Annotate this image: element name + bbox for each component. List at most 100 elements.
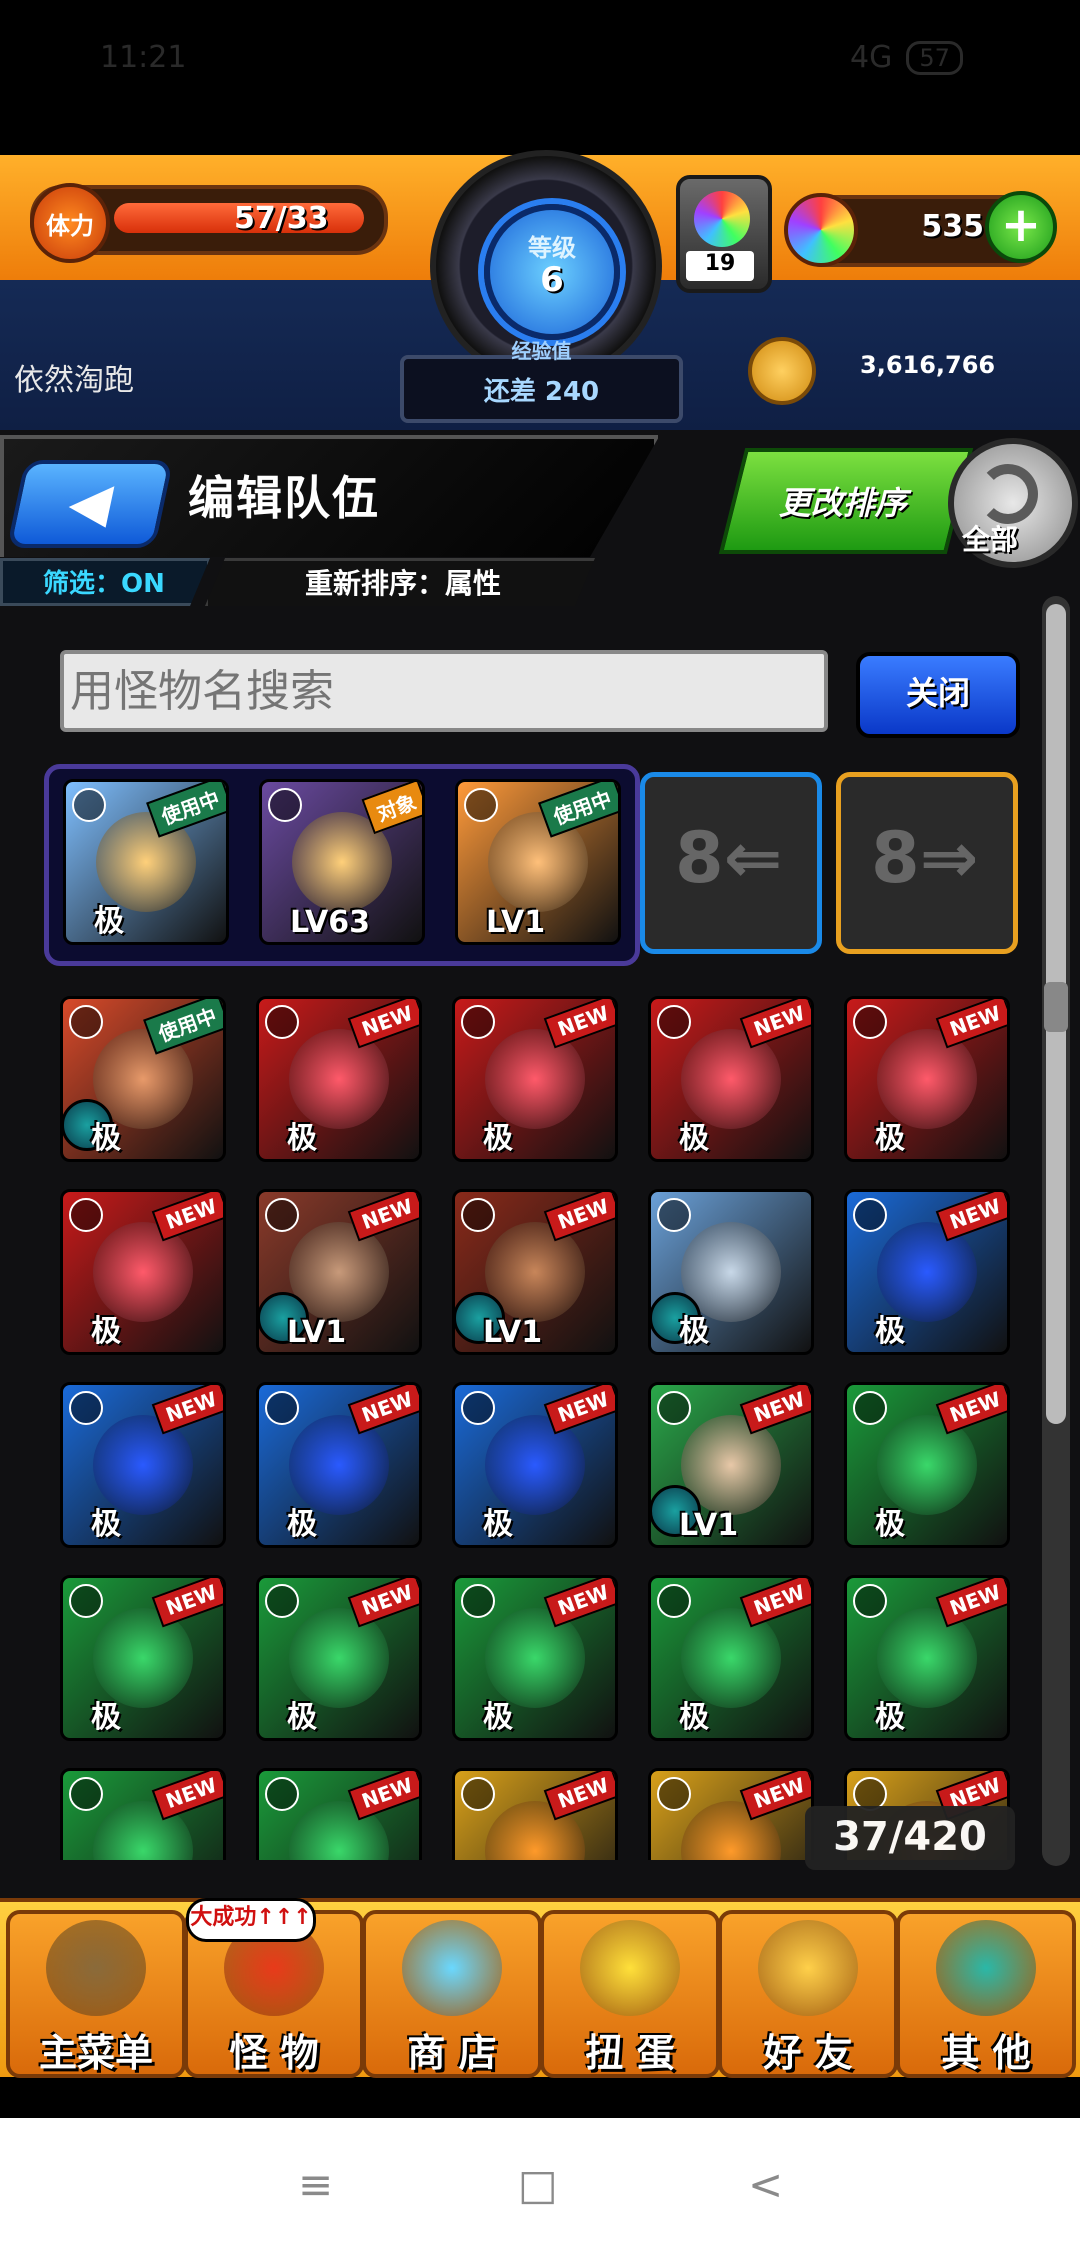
swap-left-button[interactable]: 8⇐	[640, 772, 822, 954]
orb-icon	[402, 1920, 502, 2016]
monster-level: LV1	[287, 1315, 347, 1350]
nav-label: 怪 物	[229, 2031, 319, 2075]
attribute-icon	[657, 1391, 691, 1425]
monster-level: LV1	[679, 1508, 739, 1543]
close-button[interactable]: 关闭	[856, 652, 1020, 738]
swap-right-button[interactable]: 8⇒	[836, 772, 1018, 954]
back-button[interactable]: ◀	[6, 460, 174, 548]
stamina-bar[interactable]: 体力 57/33	[30, 183, 388, 263]
monster-card[interactable]: NEW极	[256, 1382, 422, 1548]
monster-level: 极	[483, 1507, 513, 1542]
coin-icon	[748, 337, 816, 405]
attribute-icon	[69, 1584, 103, 1618]
monster-card[interactable]: 对象 LV63	[259, 779, 425, 945]
monster-card[interactable]: NEW极	[648, 1768, 814, 1860]
attribute-icon	[268, 788, 302, 822]
status-tag: NEW	[151, 1192, 223, 1242]
scroll-handle[interactable]	[1044, 982, 1068, 1032]
status-tag: NEW	[151, 1385, 223, 1435]
gem-icon	[784, 193, 858, 267]
monster-badge: 大成功↑↑↑	[186, 1898, 316, 1942]
monster-card[interactable]: NEW极	[452, 1382, 618, 1548]
status-tag: NEW	[739, 1771, 811, 1821]
monster-card[interactable]: NEW极	[60, 1768, 226, 1860]
monster-card[interactable]: NEW极	[256, 1768, 422, 1860]
monster-card[interactable]: NEW极	[648, 1575, 814, 1741]
attribute-icon	[265, 1198, 299, 1232]
exp-label: 经验值	[511, 339, 572, 363]
monster-level: 极	[679, 1121, 709, 1156]
monster-card[interactable]: NEW极	[844, 1382, 1010, 1548]
monster-card[interactable]: NEW极	[452, 1575, 618, 1741]
monster-level: 极	[94, 904, 124, 939]
egg-icon	[580, 1920, 680, 2016]
resort-selector[interactable]: 重新排序：属性	[205, 558, 595, 606]
monster-level: 极	[483, 1700, 513, 1735]
all-button[interactable]: 全部	[948, 438, 1078, 568]
monster-card[interactable]: NEW 极	[844, 1575, 1010, 1741]
orb-cage-icon[interactable]: 19	[676, 175, 772, 293]
monster-card[interactable]: NEW极	[844, 996, 1010, 1162]
monster-level: LV1	[483, 1315, 543, 1350]
swap-right-icon: 8⇒	[871, 817, 979, 899]
help-icon	[936, 1920, 1036, 2016]
monster-card[interactable]: NEW LV1	[256, 1189, 422, 1355]
swap-left-icon: 8⇐	[675, 817, 783, 899]
home-icon[interactable]: □	[518, 2160, 558, 2209]
top-hud: 体力 57/33 等级 6 经验值 还差 240 19 535 + 依然淘跑 3…	[0, 150, 1080, 430]
exp-remaining: 还差 240	[483, 377, 600, 407]
change-sort-button[interactable]: 更改排序	[718, 448, 974, 554]
monster-card[interactable]: NEW极	[60, 1382, 226, 1548]
monster-card[interactable]: NEW极	[256, 996, 422, 1162]
monster-card[interactable]: NEW极	[844, 1189, 1010, 1355]
page-title: 编辑队伍	[188, 471, 380, 525]
monster-card[interactable]: 使用中 LV1	[455, 779, 621, 945]
monster-card[interactable]: 使用中极	[63, 779, 229, 945]
monster-card[interactable]: NEW极	[60, 1575, 226, 1741]
attribute-icon	[853, 1005, 887, 1039]
monster-level: LV1	[486, 905, 546, 940]
status-bar: 11:21 4G 57	[0, 0, 1080, 155]
search-input[interactable]	[60, 650, 828, 732]
monster-level: 极	[679, 1700, 709, 1735]
refresh-icon	[978, 464, 1038, 524]
status-tag: NEW	[151, 1771, 223, 1821]
monster-card[interactable]: 使用中极	[60, 996, 226, 1162]
status-tag: 使用中	[538, 782, 618, 838]
filter-toggle[interactable]: 筛选：ON	[0, 558, 210, 606]
status-tag: NEW	[347, 1385, 419, 1435]
status-tag: NEW	[347, 999, 419, 1049]
nav-orb[interactable]: 商 店	[362, 1910, 542, 2078]
status-tag: NEW	[935, 1578, 1007, 1628]
monster-level: 极	[875, 1314, 905, 1349]
status-tag: NEW	[543, 999, 615, 1049]
monster-card[interactable]: NEW LV1	[452, 1189, 618, 1355]
monster-card[interactable]: NEW极	[256, 1575, 422, 1741]
player-name: 依然淘跑	[14, 363, 134, 398]
monster-card[interactable]: NEW LV1	[648, 1382, 814, 1548]
nav-egg[interactable]: 扭 蛋	[540, 1910, 720, 2078]
monster-card[interactable]: NEW极	[60, 1189, 226, 1355]
monster-card[interactable]: 极	[648, 1189, 814, 1355]
attribute-icon	[461, 1198, 495, 1232]
monster-level: 极	[875, 1121, 905, 1156]
level-label: 等级	[528, 234, 576, 262]
back-icon[interactable]: <	[748, 2160, 783, 2209]
attribute-icon	[69, 1005, 103, 1039]
monster-card[interactable]: NEW极	[452, 996, 618, 1162]
monster-count: 37/420	[805, 1806, 1015, 1870]
scrollbar[interactable]	[1042, 596, 1070, 1866]
monster-card[interactable]: NEW极	[648, 996, 814, 1162]
nav-gate[interactable]: 主菜单	[6, 1910, 186, 2078]
attribute-icon	[461, 1777, 495, 1811]
monster-card[interactable]: NEW极	[452, 1768, 618, 1860]
nav-label: 扭 蛋	[585, 2031, 675, 2075]
orb-icon	[694, 191, 750, 247]
nav-friends[interactable]: 好 友	[718, 1910, 898, 2078]
add-gems-button[interactable]: +	[985, 191, 1057, 263]
attribute-icon	[461, 1391, 495, 1425]
menu-icon[interactable]: ≡	[298, 2160, 333, 2209]
monster-level: 极	[875, 1700, 905, 1735]
status-tag: NEW	[543, 1192, 615, 1242]
nav-help[interactable]: 其 他	[896, 1910, 1076, 2078]
